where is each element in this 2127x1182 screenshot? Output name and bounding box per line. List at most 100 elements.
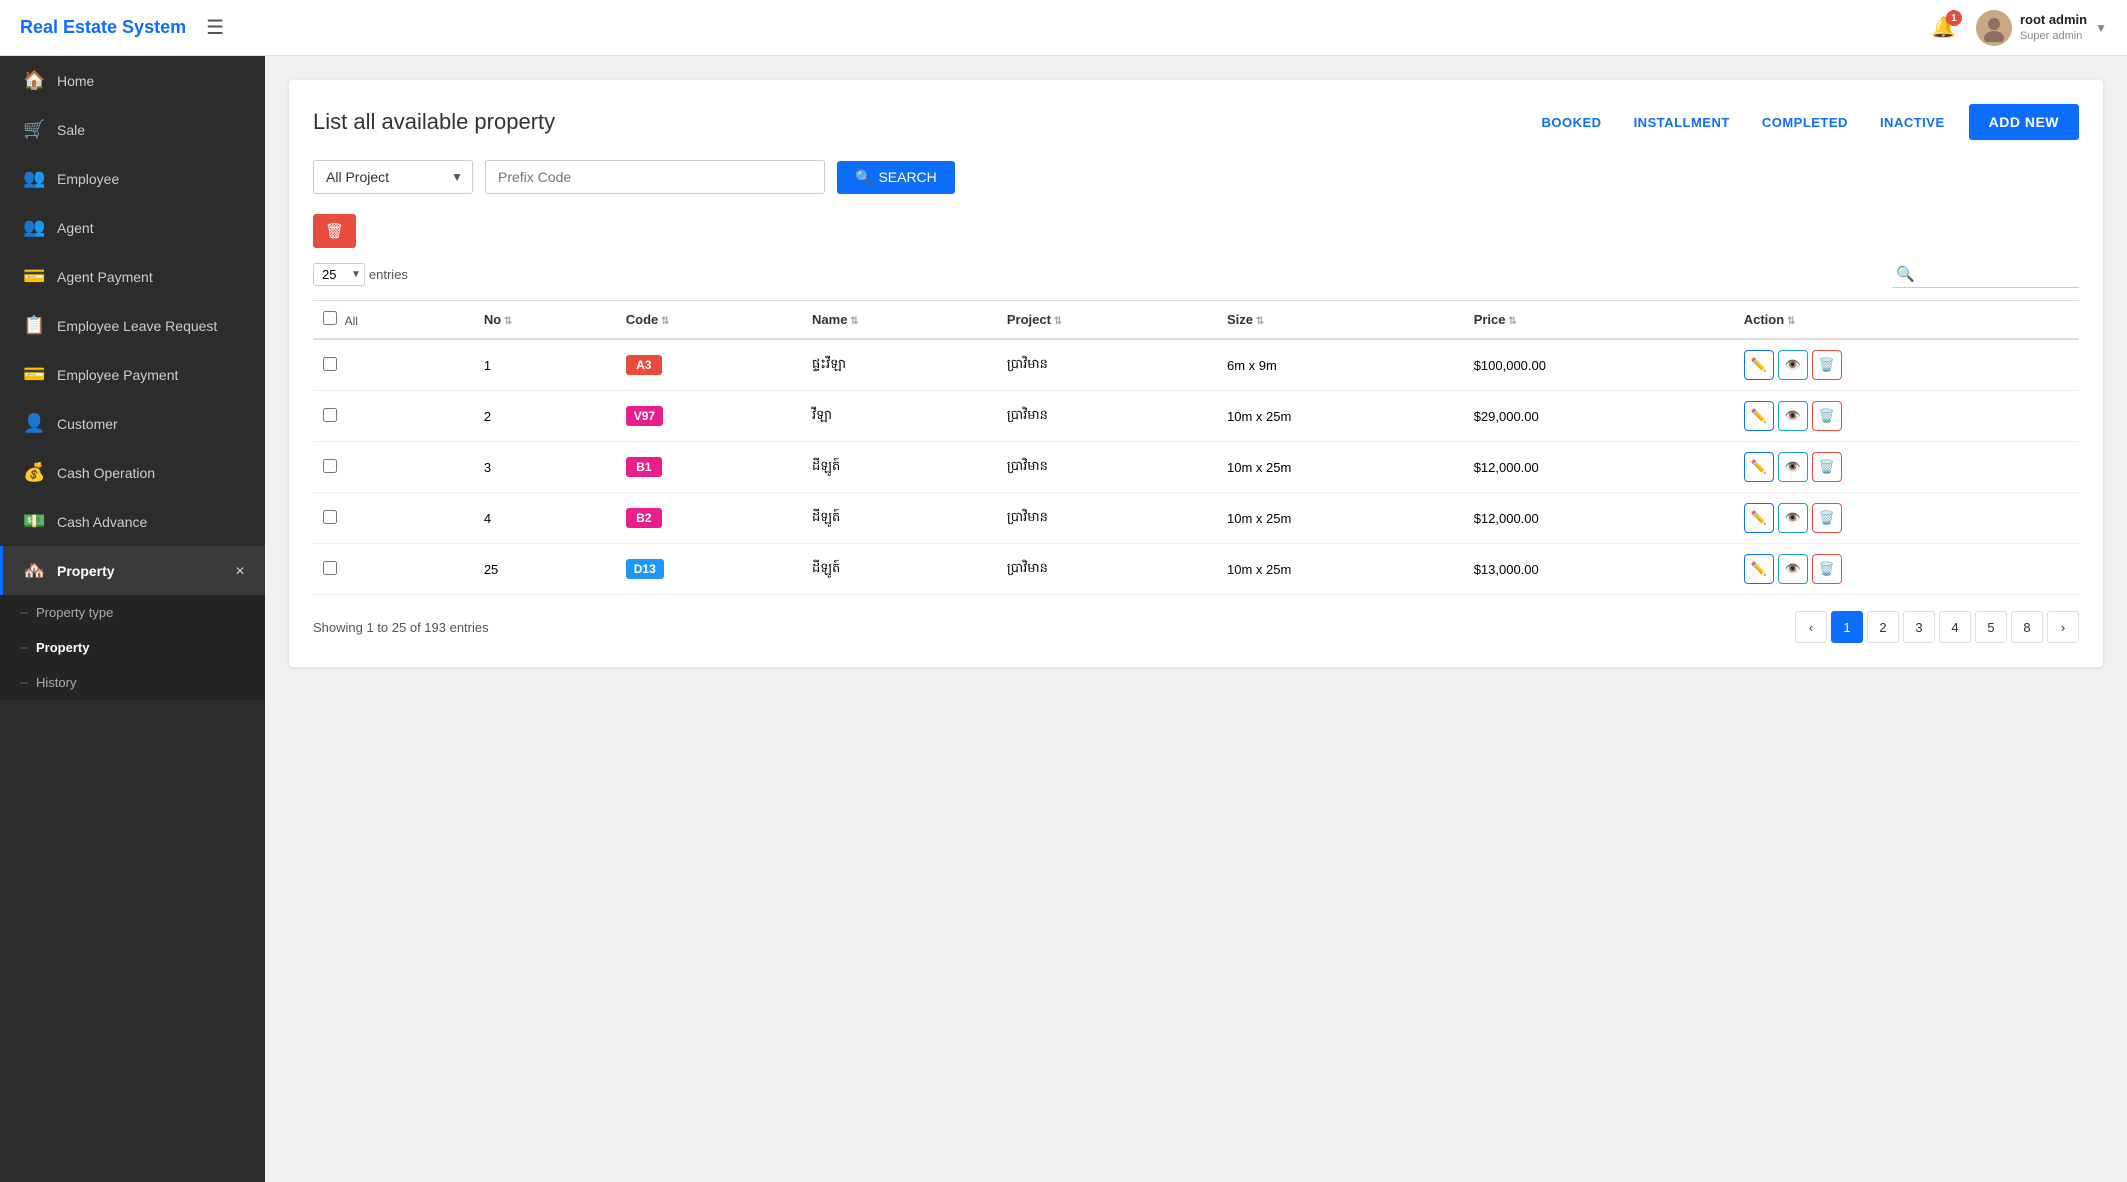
sidebar-item-customer[interactable]: 👤 Customer <box>0 399 265 448</box>
page-3-button[interactable]: 3 <box>1903 611 1935 643</box>
row-actions: ✏️ 👁️ 🗑️ <box>1734 493 2079 544</box>
toolbar-left: 🗑 <box>313 214 356 248</box>
row-checkbox[interactable] <box>323 561 337 575</box>
sidebar-item-property[interactable]: 🏘️ Property ✕ <box>0 546 265 595</box>
sidebar-item-history[interactable]: History <box>0 665 265 700</box>
col-checkbox: All <box>313 301 474 340</box>
edit-button[interactable]: ✏️ <box>1744 503 1774 533</box>
col-no[interactable]: No <box>474 301 616 340</box>
pagination: ‹ 1 2 3 4 5 8 › <box>1795 611 2079 643</box>
row-actions: ✏️ 👁️ 🗑️ <box>1734 442 2079 493</box>
row-name: វីឡា <box>802 391 997 442</box>
delete-button[interactable]: 🗑️ <box>1812 350 1842 380</box>
col-name[interactable]: Name <box>802 301 997 340</box>
page-2-button[interactable]: 2 <box>1867 611 1899 643</box>
view-button[interactable]: 👁️ <box>1778 350 1808 380</box>
sidebar-item-agent[interactable]: 👥 Agent <box>0 203 265 252</box>
add-new-button[interactable]: ADD NEW <box>1969 104 2079 140</box>
edit-button[interactable]: ✏️ <box>1744 554 1774 584</box>
action-buttons: ✏️ 👁️ 🗑️ <box>1744 350 2069 380</box>
page-1-button[interactable]: 1 <box>1831 611 1863 643</box>
row-code: B1 <box>616 442 802 493</box>
sidebar-item-sale[interactable]: 🛒 Sale <box>0 105 265 154</box>
sidebar-item-cash-advance[interactable]: 💵 Cash Advance <box>0 497 265 546</box>
col-price[interactable]: Price <box>1464 301 1734 340</box>
row-project: ប្រាវិមាន <box>997 391 1217 442</box>
tab-booked[interactable]: BOOKED <box>1534 109 1610 136</box>
row-no: 2 <box>474 391 616 442</box>
page-5-button[interactable]: 5 <box>1975 611 2007 643</box>
sidebar-item-home[interactable]: 🏠 Home <box>0 56 265 105</box>
entries-select[interactable]: 25 50 100 <box>313 263 365 286</box>
table-search-input[interactable] <box>1915 262 2075 285</box>
view-button[interactable]: 👁️ <box>1778 554 1808 584</box>
sidebar-item-property-list[interactable]: Property <box>0 630 265 665</box>
hamburger-icon[interactable]: ☰ <box>206 15 224 40</box>
col-project[interactable]: Project <box>997 301 1217 340</box>
row-size: 10m x 25m <box>1217 442 1464 493</box>
tab-installment[interactable]: INSTALLMENT <box>1626 109 1738 136</box>
sidebar-item-cash-operation[interactable]: 💰 Cash Operation <box>0 448 265 497</box>
entries-row: 25 50 100 ▼ entries <box>313 263 408 286</box>
row-checkbox-cell <box>313 544 474 595</box>
delete-button[interactable]: 🗑️ <box>1812 452 1842 482</box>
select-all-checkbox[interactable] <box>323 311 337 325</box>
main-content: List all available property BOOKED INSTA… <box>265 56 2127 1182</box>
row-checkbox[interactable] <box>323 408 337 422</box>
view-button[interactable]: 👁️ <box>1778 452 1808 482</box>
sidebar-label-home: Home <box>57 73 94 89</box>
pagination-showing: Showing 1 to 25 of 193 entries <box>313 620 489 635</box>
row-code: D13 <box>616 544 802 595</box>
row-name: ដីឡូត៍ <box>802 544 997 595</box>
search-box-icon: 🔍 <box>1896 265 1915 283</box>
sidebar-item-property-type[interactable]: Property type <box>0 595 265 630</box>
notification-bell[interactable]: 🔔 1 <box>1931 15 1956 40</box>
page-4-button[interactable]: 4 <box>1939 611 1971 643</box>
col-size[interactable]: Size <box>1217 301 1464 340</box>
action-buttons: ✏️ 👁️ 🗑️ <box>1744 401 2069 431</box>
view-button[interactable]: 👁️ <box>1778 503 1808 533</box>
page-8-button[interactable]: 8 <box>2011 611 2043 643</box>
tab-inactive[interactable]: INACTIVE <box>1872 109 1953 136</box>
action-buttons: ✏️ 👁️ 🗑️ <box>1744 554 2069 584</box>
row-checkbox[interactable] <box>323 357 337 371</box>
delete-button[interactable]: 🗑️ <box>1812 503 1842 533</box>
search-button[interactable]: 🔍 SEARCH <box>837 161 955 194</box>
view-button[interactable]: 👁️ <box>1778 401 1808 431</box>
row-size: 10m x 25m <box>1217 544 1464 595</box>
sidebar-item-employee[interactable]: 👥 Employee <box>0 154 265 203</box>
bulk-delete-button[interactable]: 🗑 <box>313 214 356 248</box>
history-label: History <box>36 675 76 690</box>
row-checkbox-cell <box>313 339 474 391</box>
delete-button[interactable]: 🗑️ <box>1812 554 1842 584</box>
code-badge: V97 <box>626 406 663 426</box>
prefix-code-input[interactable] <box>485 160 825 194</box>
tab-completed[interactable]: COMPLETED <box>1754 109 1856 136</box>
sidebar-label-customer: Customer <box>57 416 118 432</box>
row-price: $13,000.00 <box>1464 544 1734 595</box>
property-icon: 🏘️ <box>23 560 45 581</box>
user-text: root admin Super admin <box>2020 12 2087 43</box>
sidebar-item-employee-payment[interactable]: 💳 Employee Payment <box>0 350 265 399</box>
edit-button[interactable]: ✏️ <box>1744 452 1774 482</box>
row-checkbox[interactable] <box>323 510 337 524</box>
row-checkbox[interactable] <box>323 459 337 473</box>
page-prev-button[interactable]: ‹ <box>1795 611 1827 643</box>
page-next-button[interactable]: › <box>2047 611 2079 643</box>
edit-button[interactable]: ✏️ <box>1744 401 1774 431</box>
col-code[interactable]: Code <box>616 301 802 340</box>
col-action: Action <box>1734 301 2079 340</box>
user-menu[interactable]: root admin Super admin ▼ <box>1976 10 2107 46</box>
sidebar-item-employee-leave[interactable]: 📋 Employee Leave Request <box>0 301 265 350</box>
search-label: SEARCH <box>878 169 936 185</box>
row-price: $29,000.00 <box>1464 391 1734 442</box>
table-row: 1 A3 ផ្ទះវីឡា ប្រាវិមាន 6m x 9m $100,000… <box>313 339 2079 391</box>
app-brand: Real Estate System <box>20 17 186 38</box>
row-no: 3 <box>474 442 616 493</box>
sidebar-item-agent-payment[interactable]: 💳 Agent Payment <box>0 252 265 301</box>
project-select[interactable]: All Project <box>313 160 473 194</box>
filter-row: All Project ▼ 🔍 SEARCH <box>313 160 2079 194</box>
delete-button[interactable]: 🗑️ <box>1812 401 1842 431</box>
user-name: root admin <box>2020 12 2087 29</box>
edit-button[interactable]: ✏️ <box>1744 350 1774 380</box>
